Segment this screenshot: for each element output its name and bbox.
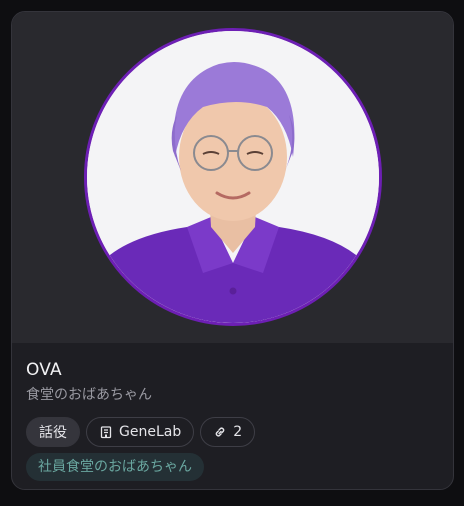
chip-row: 話役 GeneLab 2	[26, 417, 439, 447]
role-chip[interactable]: 話役	[26, 417, 80, 447]
links-chip[interactable]: 2	[200, 417, 256, 447]
building-icon	[100, 426, 112, 439]
links-chip-count: 2	[233, 424, 243, 440]
avatar-portrait	[87, 31, 379, 323]
description-tag[interactable]: 社員食堂のおばあちゃん	[26, 453, 204, 481]
avatar	[84, 28, 382, 326]
character-name: OVA	[26, 360, 62, 380]
studio-chip[interactable]: GeneLab	[86, 417, 195, 447]
link-icon	[215, 427, 225, 437]
avatar-panel	[12, 12, 453, 343]
character-info: OVA 食堂のおばあちゃん 話役 GeneLab 2 社員食堂のおばあちゃん	[26, 360, 439, 481]
character-card[interactable]: OVA 食堂のおばあちゃん 話役 GeneLab 2 社員食堂のおばあちゃん	[11, 11, 454, 490]
studio-chip-label: GeneLab	[119, 424, 182, 440]
character-subtitle: 食堂のおばあちゃん	[26, 387, 152, 403]
role-chip-label: 話役	[39, 425, 67, 441]
